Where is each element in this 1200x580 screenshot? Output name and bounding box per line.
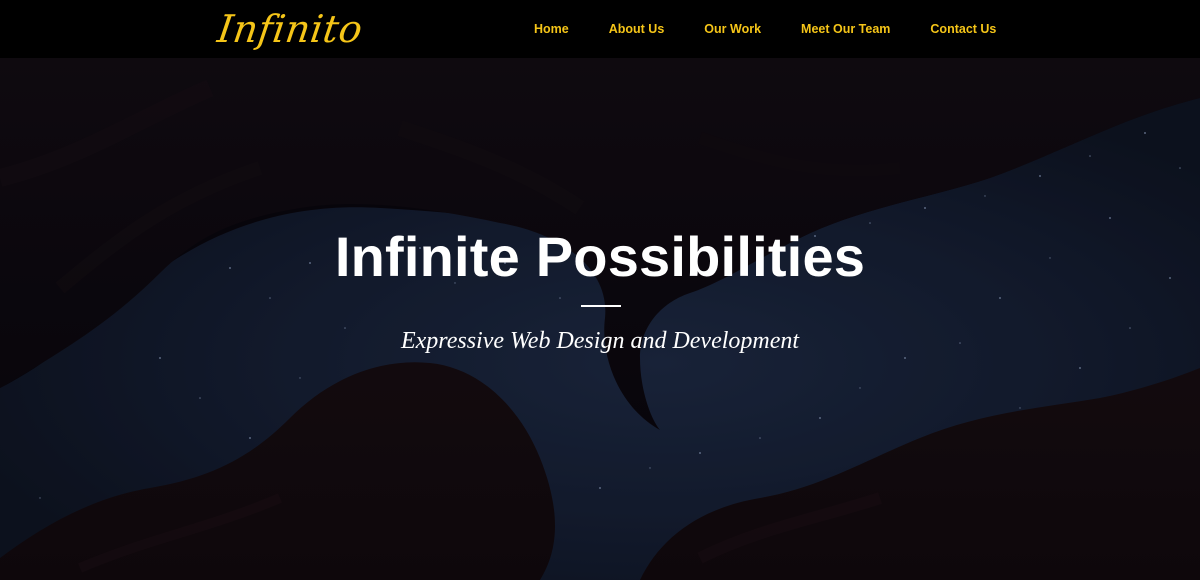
nav-link-about-us[interactable]: About Us [609, 22, 665, 36]
nav-link-contact-us[interactable]: Contact Us [930, 22, 996, 36]
hero-subtitle: Expressive Web Design and Development [400, 328, 800, 354]
nav-link-our-work[interactable]: Our Work [704, 22, 761, 36]
main-navigation: Home About Us Our Work Meet Our Team Con… [534, 0, 996, 58]
nav-link-home[interactable]: Home [534, 22, 569, 36]
hero-content: Infinite Possibilities Expressive Web De… [0, 58, 1200, 580]
nav-link-meet-our-team[interactable]: Meet Our Team [801, 22, 890, 36]
hero-divider [581, 305, 621, 307]
top-navbar: Infinito Home About Us Our Work Meet Our… [0, 0, 1200, 58]
hero-title: Infinite Possibilities [334, 225, 866, 288]
site-logo[interactable]: Infinito [214, 4, 366, 54]
hero-section: Infinite Possibilities Expressive Web De… [0, 58, 1200, 580]
